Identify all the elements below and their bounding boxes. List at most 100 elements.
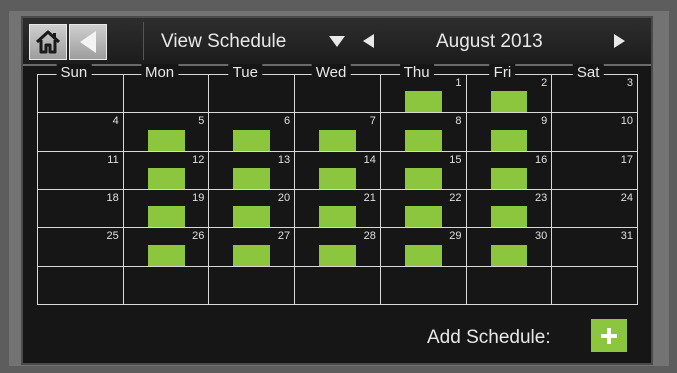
calendar-day-cell[interactable]: 23 [465,189,553,229]
home-button[interactable] [29,24,67,60]
add-schedule-label: Add Schedule: [427,327,551,348]
calendar-day-cell[interactable]: 25 [37,227,124,267]
view-schedule-label[interactable]: View Schedule [161,31,286,53]
calendar-day-cell[interactable]: 20 [208,189,296,229]
calendar-day-cell[interactable] [208,265,296,305]
top-bar: View Schedule August 2013 [23,18,651,66]
schedule-block[interactable] [319,206,356,228]
calendar-day-cell[interactable]: 30 [465,227,553,267]
calendar-day-cell[interactable]: 13 [208,150,296,190]
calendar-day-cell[interactable]: 24 [551,189,638,229]
schedule-block[interactable] [404,244,442,266]
screen: View Schedule August 2013 1 2 3 4 5 6 7 8 9 10 11 1… [23,18,651,363]
calendar-day-cell[interactable]: 8 [379,112,467,152]
plus-icon [601,327,617,344]
schedule-block[interactable] [490,91,528,113]
calendar-day-cell[interactable]: 9 [465,112,553,152]
day-number: 18 [106,192,119,204]
day-number: 4 [112,115,119,128]
previous-month-icon[interactable] [363,34,375,48]
day-number: 13 [277,153,291,166]
calendar-day-cell[interactable]: 11 [37,150,124,190]
schedule-block[interactable] [404,167,442,189]
weekday-header: Tue [228,64,262,82]
calendar-day-cell[interactable]: 31 [551,227,638,267]
schedule-block[interactable] [490,244,528,266]
dropdown-arrow-icon[interactable] [329,36,345,47]
day-number: 23 [535,192,548,204]
schedule-block[interactable] [404,91,442,113]
day-number: 28 [363,230,376,243]
day-number: 6 [284,115,291,128]
schedule-block[interactable] [319,244,356,266]
calendar-day-cell[interactable]: 14 [294,150,381,190]
calendar-day-cell[interactable] [551,265,638,305]
schedule-block[interactable] [233,167,271,189]
calendar-day-cell[interactable]: 10 [551,112,638,152]
schedule-block[interactable] [147,167,185,189]
weekday-header: Sat [572,64,604,82]
schedule-block[interactable] [490,206,528,228]
calendar-day-cell[interactable]: 6 [208,112,296,152]
schedule-block[interactable] [233,206,271,228]
day-number: 8 [455,115,462,128]
weekday-header: Mon [140,64,179,82]
schedule-block[interactable] [147,129,185,151]
schedule-block[interactable] [233,129,271,151]
calendar-day-cell[interactable]: 21 [294,189,381,229]
weekday-header: Wed [311,64,351,82]
calendar-day-cell[interactable] [37,265,124,305]
calendar-day-cell[interactable]: 28 [294,227,381,267]
calendar-day-cell[interactable]: 19 [122,189,210,229]
calendar-day-cell[interactable]: 5 [122,112,210,152]
schedule-block[interactable] [147,244,185,266]
day-number: 10 [620,115,633,128]
next-month-icon[interactable] [613,34,625,48]
calendar-grid: 1 2 3 4 5 6 7 8 9 10 11 12 13 14 15 16 17 18 19 20 21 22 23 24 2… [37,64,638,305]
day-number: 2 [541,77,548,89]
back-arrow-icon [80,31,96,53]
day-number: 5 [198,115,205,128]
schedule-block[interactable] [404,129,442,151]
day-number: 29 [449,230,462,243]
schedule-block[interactable] [233,244,271,266]
calendar-day-cell[interactable]: 27 [208,227,296,267]
schedule-block[interactable] [147,206,185,228]
calendar-day-cell[interactable]: 15 [379,150,467,190]
calendar-day-cell[interactable] [122,265,210,305]
calendar-day-cell[interactable]: 16 [465,150,553,190]
day-number: 22 [449,192,462,204]
calendar-day-cell[interactable]: 18 [37,189,124,229]
calendar-day-cell[interactable] [294,265,381,305]
day-number: 25 [106,230,119,243]
calendar-day-cell[interactable]: 12 [122,150,210,190]
toolbar-separator [143,22,144,60]
calendar-day-cell[interactable] [465,265,553,305]
day-number: 17 [620,153,633,166]
day-number: 19 [192,192,205,204]
day-number: 26 [192,230,205,243]
schedule-block[interactable] [319,167,356,189]
schedule-block[interactable] [404,206,442,228]
weekday-header: Sun [56,64,92,82]
calendar-day-cell[interactable]: 29 [379,227,467,267]
day-number: 16 [535,153,548,166]
day-number: 21 [363,192,376,204]
schedule-block[interactable] [319,129,356,151]
calendar-day-cell[interactable] [379,265,467,305]
day-number: 30 [535,230,548,243]
calendar-day-cell[interactable]: 17 [551,150,638,190]
day-number: 12 [192,153,205,166]
schedule-block[interactable] [490,167,528,189]
calendar-day-cell[interactable]: 7 [294,112,381,152]
weekday-header: Thu [399,64,434,82]
month-label: August 2013 [436,31,543,52]
back-button[interactable] [69,24,107,60]
calendar-day-cell[interactable]: 22 [379,189,467,229]
calendar-day-cell[interactable]: 4 [37,112,124,152]
schedule-block[interactable] [490,129,528,151]
calendar-day-cell[interactable]: 26 [122,227,210,267]
add-schedule-button[interactable] [591,319,627,352]
day-number: 31 [620,230,633,243]
day-number: 9 [541,115,548,128]
